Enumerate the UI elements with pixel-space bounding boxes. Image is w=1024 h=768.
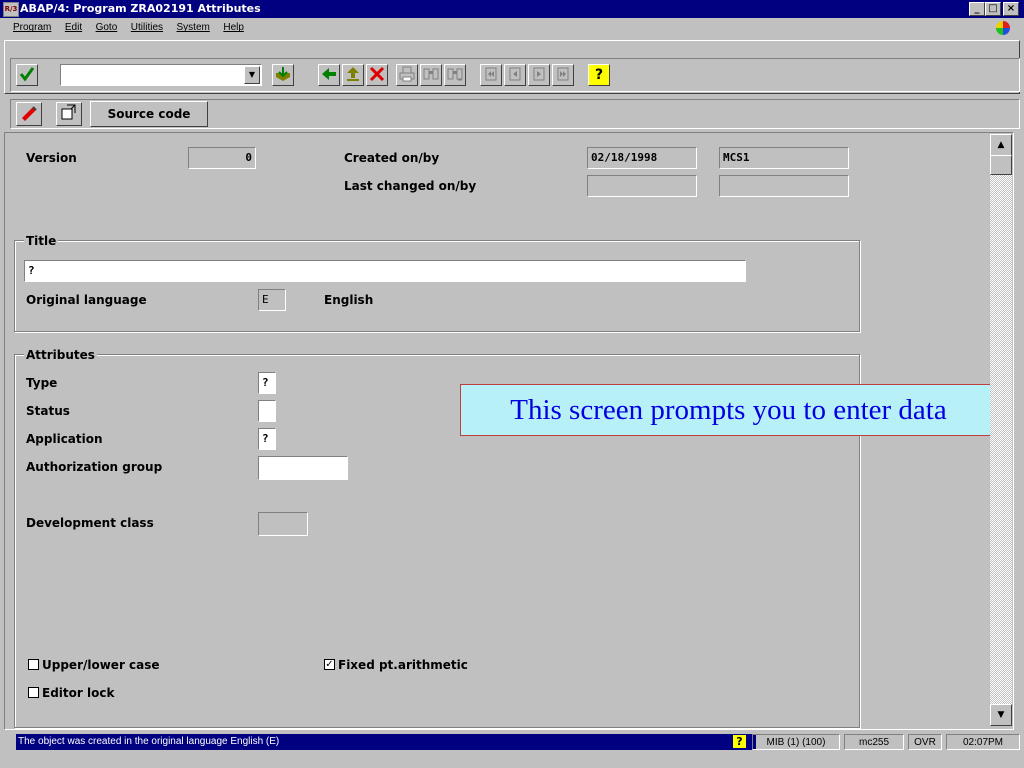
application-input[interactable]: ? [258,428,276,450]
display-change-icon[interactable] [16,102,42,126]
print-icon[interactable] [396,64,418,86]
status-system: MIB (1) (100) [752,734,840,750]
check-icon[interactable] [16,64,38,86]
version-field: 0 [188,147,256,169]
status-server: mc255 [844,734,904,750]
back-arrow-icon[interactable] [318,64,340,86]
title-group-legend: Title [24,234,59,248]
development-class-field [258,512,308,536]
status-mode[interactable]: OVR [908,734,942,750]
changed-date-field [587,175,697,197]
find-icon[interactable] [420,64,442,86]
created-label: Created on/by [344,151,440,165]
menu-help[interactable]: Help [218,18,249,38]
application-label: Application [26,432,103,446]
changed-by-field [719,175,849,197]
editor-lock-label: Editor lock [42,686,115,700]
menu-program[interactable]: Program [8,18,56,38]
original-language-name: English [324,293,374,307]
upper-lower-checkbox[interactable] [28,659,39,670]
sap-app-icon[interactable]: R/3 [3,2,19,17]
type-label: Type [26,376,58,390]
window-title-bar[interactable]: R/3 ABAP/4: Program ZRA02191 Attributes … [0,0,1024,18]
find-next-icon[interactable] [444,64,466,86]
version-label: Version [26,151,77,165]
menu-system[interactable]: System [172,18,215,38]
exit-icon[interactable] [342,64,364,86]
scroll-up-icon[interactable]: ▲ [990,134,1012,156]
callout-annotation: This screen prompts you to enter data [460,384,997,436]
original-language-code: E [258,289,286,311]
development-class-label: Development class [26,516,154,530]
created-by-field: MCS1 [719,147,849,169]
scrollbar-thumb[interactable] [990,155,1012,175]
menu-edit[interactable]: Edit [60,18,87,38]
menu-list: Program Edit Goto Utilities System Help [8,18,249,38]
help-icon[interactable]: ? [588,64,610,86]
menu-goto[interactable]: Goto [91,18,123,38]
upper-lower-label: Upper/lower case [42,658,160,672]
command-field[interactable]: ▼ [60,64,262,86]
next-page-icon[interactable] [528,64,550,86]
editor-lock-checkbox[interactable] [28,687,39,698]
last-page-icon[interactable] [552,64,574,86]
status-message: The object was created in the original l… [16,734,756,750]
title-input[interactable]: ? [24,260,746,282]
chevron-down-icon[interactable]: ▼ [244,66,260,84]
prev-page-icon[interactable] [504,64,526,86]
fixed-pt-checkbox[interactable]: ✓ [324,659,335,670]
cancel-icon[interactable] [366,64,388,86]
maximize-button[interactable]: □ [985,2,1001,16]
command-input[interactable] [63,67,233,83]
status-time: 02:07PM [946,734,1020,750]
sap-logo-icon [996,21,1010,35]
fixed-pt-label: Fixed pt.arithmetic [338,658,468,672]
status-help-icon[interactable]: ? [733,735,746,748]
type-input[interactable]: ? [258,372,276,394]
close-button[interactable]: × [1003,2,1019,16]
last-changed-label: Last changed on/by [344,179,477,193]
title-group [14,240,860,332]
other-object-icon[interactable] [56,102,82,126]
status-input[interactable] [258,400,276,422]
first-page-icon[interactable] [480,64,502,86]
authorization-group-input[interactable] [258,456,348,480]
source-code-button[interactable]: Source code [90,101,208,127]
menu-utilities[interactable]: Utilities [126,18,168,38]
scroll-down-icon[interactable]: ▼ [990,704,1012,726]
status-label: Status [26,404,70,418]
save-icon[interactable] [272,64,294,86]
menu-bar: Program Edit Goto Utilities System Help [0,18,1024,38]
window-title: ABAP/4: Program ZRA02191 Attributes [20,2,261,15]
authorization-group-label: Authorization group [26,460,163,474]
minimize-button[interactable]: _ [969,2,985,16]
attributes-group-legend: Attributes [24,348,97,362]
original-language-label: Original language [26,293,147,307]
vertical-scrollbar[interactable] [990,134,1012,726]
created-date-field: 02/18/1998 [587,147,697,169]
